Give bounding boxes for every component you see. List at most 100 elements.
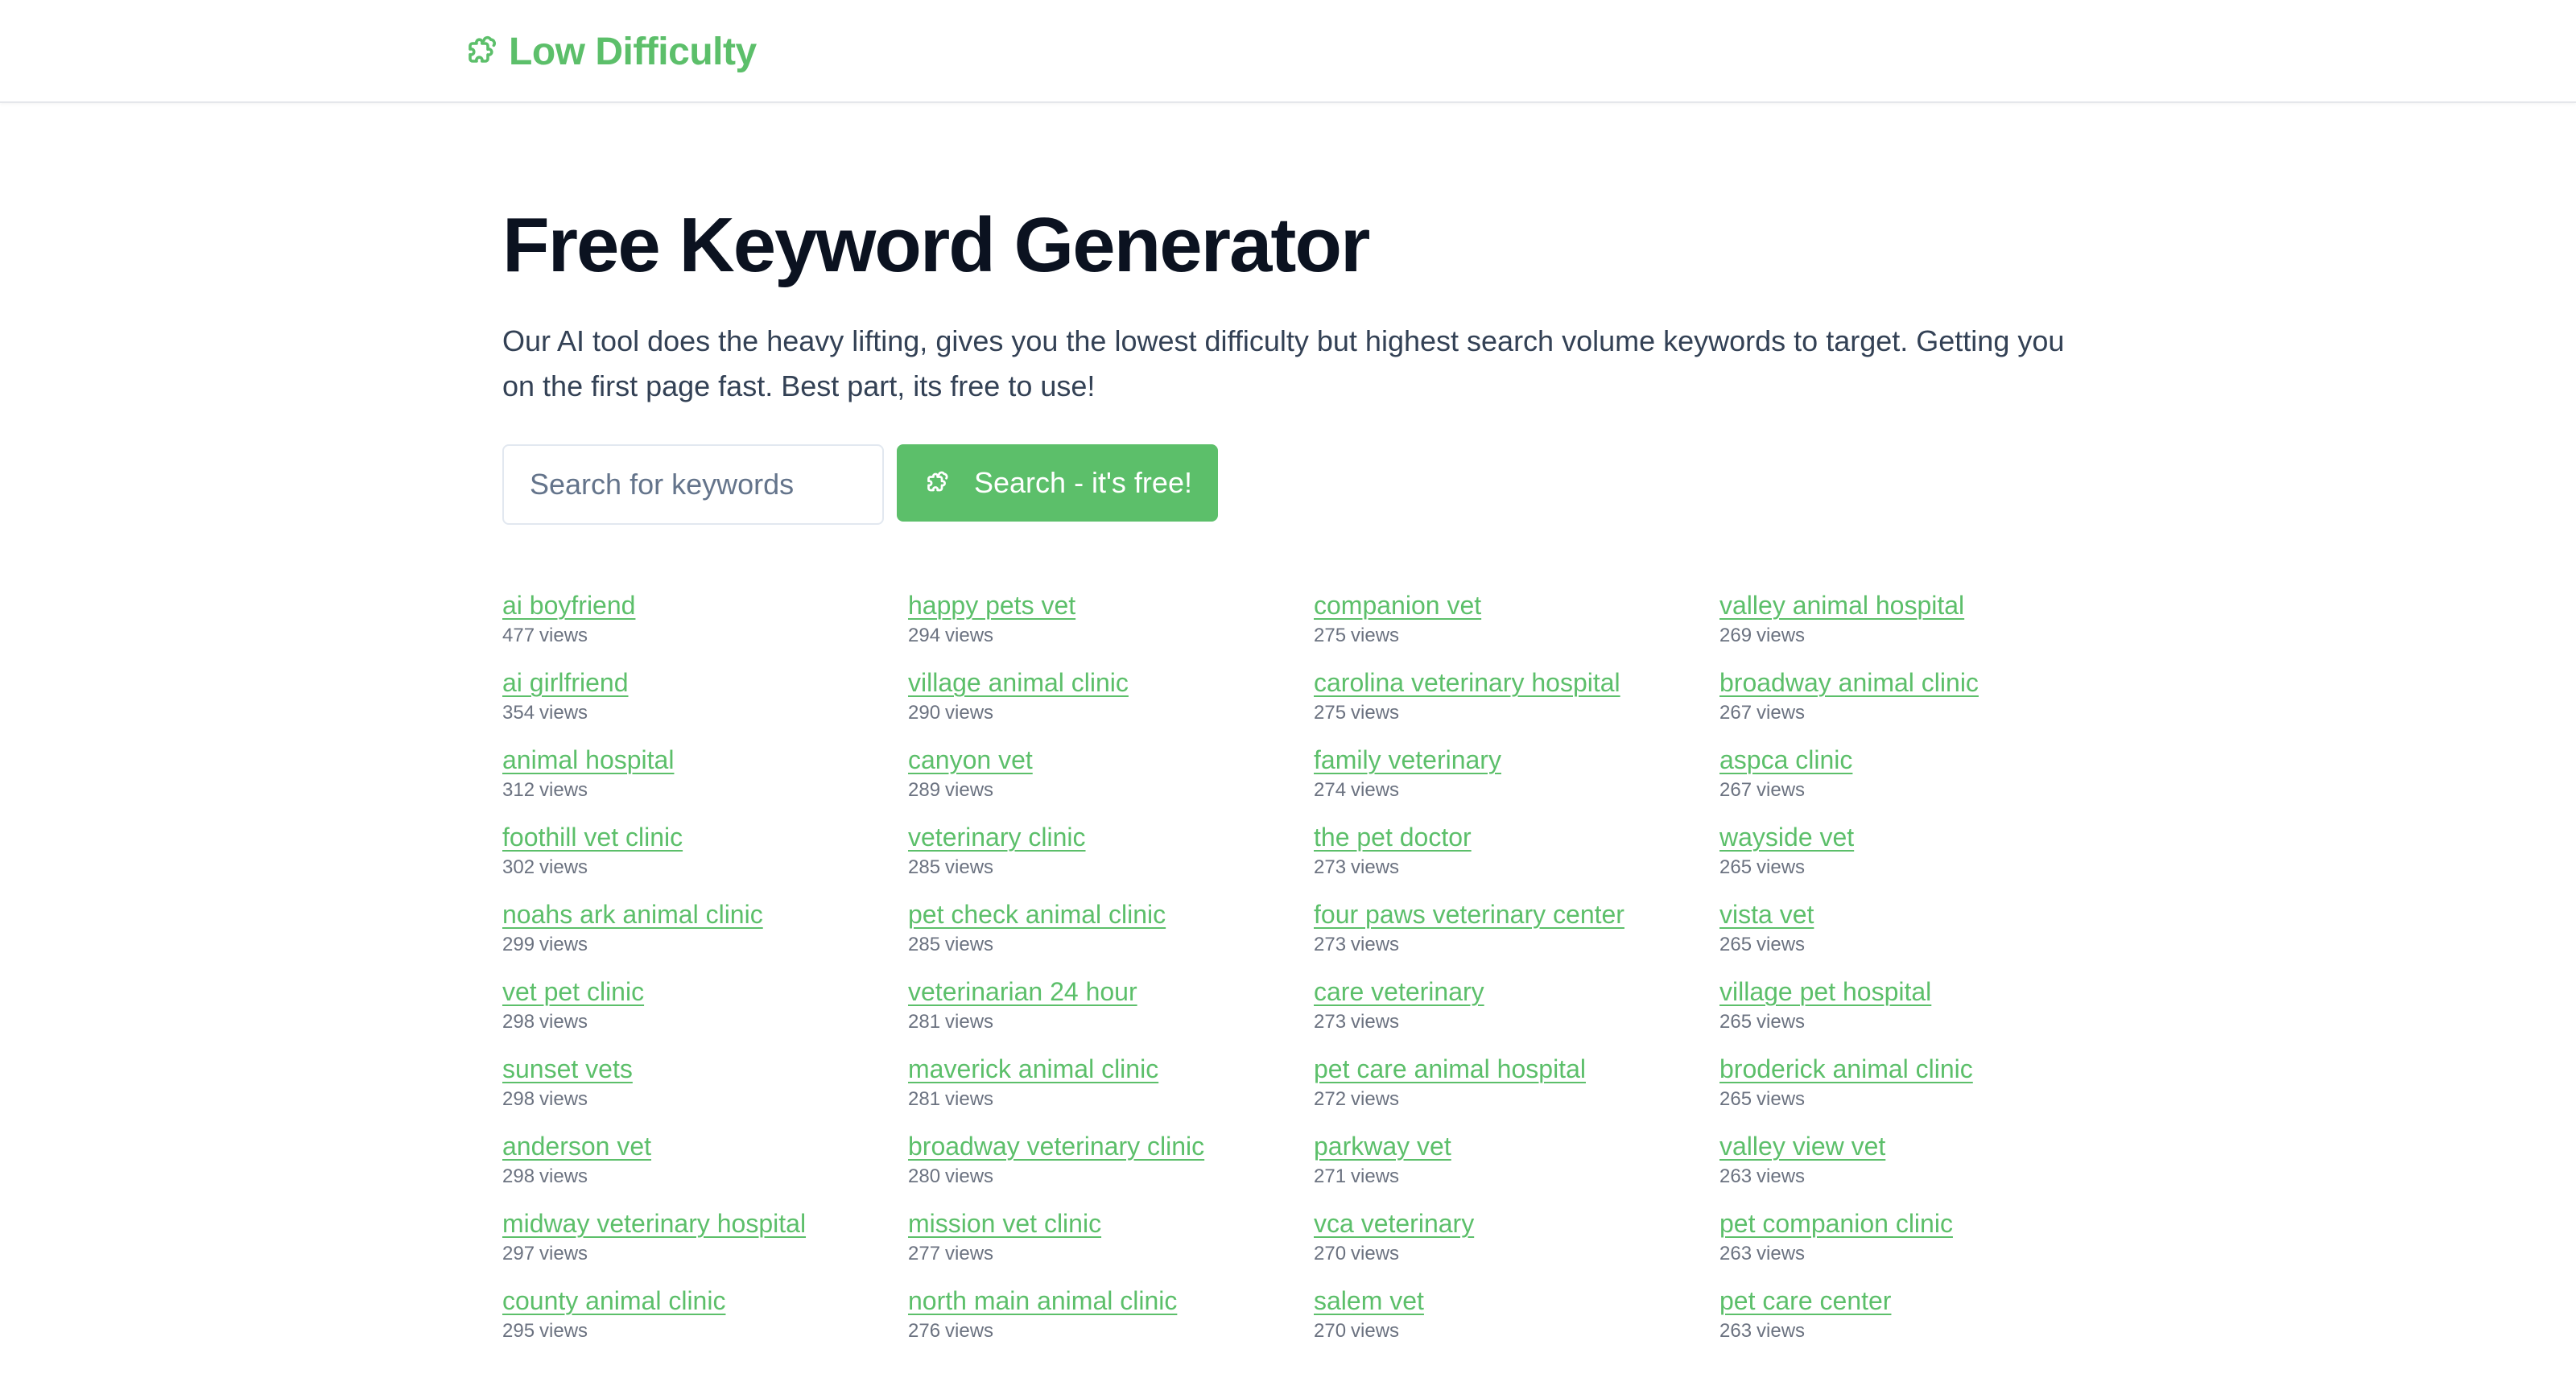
keyword-views-count: 265 [1719, 1011, 1752, 1033]
keyword-item: anderson vet 298 views [502, 1130, 908, 1207]
keyword-item: vista vet 265 views [1719, 898, 2125, 976]
keyword-link[interactable]: broadway veterinary clinic [908, 1130, 1204, 1162]
keyword-item: north main animal clinic 276 views [908, 1285, 1314, 1362]
keyword-link[interactable]: happy pets vet [908, 589, 1075, 621]
search-button[interactable]: Search - it's free! [897, 444, 1218, 522]
keyword-link[interactable]: pet care animal hospital [1314, 1053, 1586, 1085]
keyword-item: valley view vet 263 views [1719, 1130, 2125, 1207]
keyword-views-unit: views [539, 934, 588, 955]
keyword-views-unit: views [1351, 1320, 1400, 1342]
keyword-link[interactable]: aspca clinic [1719, 744, 1852, 776]
keyword-link[interactable]: noahs ark animal clinic [502, 898, 763, 930]
keyword-views-unit: views [1757, 1320, 1806, 1342]
keyword-link[interactable]: parkway vet [1314, 1130, 1451, 1162]
keyword-views-count: 271 [1314, 1165, 1347, 1187]
keyword-views-unit: views [539, 779, 588, 801]
keyword-link[interactable]: veterinary clinic [908, 821, 1086, 853]
keyword-link[interactable]: pet check animal clinic [908, 898, 1166, 930]
keyword-item: valley animal hospital 269 views [1719, 589, 2125, 666]
keyword-item: village pet hospital 265 views [1719, 976, 2125, 1053]
keyword-link[interactable]: village animal clinic [908, 666, 1129, 699]
keyword-link[interactable]: animal hospital [502, 744, 674, 776]
keyword-views-count: 267 [1719, 702, 1752, 724]
keyword-views: 267 views [1719, 700, 2125, 726]
keyword-views-count: 263 [1719, 1243, 1752, 1264]
keyword-link[interactable]: valley animal hospital [1719, 589, 1964, 621]
keyword-link[interactable]: carolina veterinary hospital [1314, 666, 1620, 699]
keyword-link[interactable]: broadway animal clinic [1719, 666, 1979, 699]
keyword-link[interactable]: maverick animal clinic [908, 1053, 1158, 1085]
keyword-link[interactable]: four paws veterinary center [1314, 898, 1624, 930]
keyword-views: 295 views [502, 1318, 908, 1344]
page-title: Free Keyword Generator [502, 202, 1370, 288]
keyword-item: animal hospital 312 views [502, 744, 908, 821]
keyword-views: 276 views [908, 1318, 1314, 1344]
brand-logo-link[interactable]: Low Difficulty [462, 26, 757, 77]
keyword-item: family veterinary 274 views [1314, 744, 1719, 821]
keyword-views-count: 297 [502, 1243, 535, 1264]
keyword-link[interactable]: county animal clinic [502, 1285, 725, 1317]
keyword-views-unit: views [945, 934, 994, 955]
top-navbar: Low Difficulty [0, 0, 2576, 103]
keyword-views-unit: views [1351, 1088, 1400, 1110]
keyword-views-count: 263 [1719, 1320, 1752, 1342]
keyword-views-unit: views [1351, 702, 1400, 724]
keyword-views-count: 265 [1719, 856, 1752, 878]
keyword-link[interactable]: ai boyfriend [502, 589, 635, 621]
keyword-link[interactable]: veterinarian 24 hour [908, 976, 1137, 1008]
keyword-link[interactable]: north main animal clinic [908, 1285, 1177, 1317]
keyword-link[interactable]: wayside vet [1719, 821, 1854, 853]
keyword-link[interactable]: pet care center [1719, 1285, 1891, 1317]
keyword-link[interactable]: pet companion clinic [1719, 1207, 1953, 1240]
keyword-views-unit: views [1351, 625, 1400, 646]
keyword-views: 273 views [1314, 932, 1719, 958]
search-input[interactable] [502, 444, 884, 525]
keyword-link[interactable]: sunset vets [502, 1053, 633, 1085]
keyword-link[interactable]: vista vet [1719, 898, 1814, 930]
keyword-views-unit: views [1757, 779, 1806, 801]
keyword-item: veterinarian 24 hour 281 views [908, 976, 1314, 1053]
keyword-link[interactable]: valley view vet [1719, 1130, 1885, 1162]
keyword-views-count: 312 [502, 779, 535, 801]
keyword-views-count: 294 [908, 625, 941, 646]
keyword-views-count: 285 [908, 856, 941, 878]
keyword-item: salem vet 270 views [1314, 1285, 1719, 1362]
keyword-link[interactable]: vca veterinary [1314, 1207, 1474, 1240]
keyword-link[interactable]: midway veterinary hospital [502, 1207, 806, 1240]
keyword-views-unit: views [945, 1320, 994, 1342]
keyword-link[interactable]: vet pet clinic [502, 976, 644, 1008]
keyword-views-count: 273 [1314, 1011, 1347, 1033]
keyword-link[interactable]: companion vet [1314, 589, 1481, 621]
keyword-views-count: 298 [502, 1165, 535, 1187]
keyword-views-count: 265 [1719, 1088, 1752, 1110]
keyword-views-unit: views [1351, 1165, 1400, 1187]
keyword-item: foothill vet clinic 302 views [502, 821, 908, 898]
keyword-item: vet pet clinic 298 views [502, 976, 908, 1053]
keyword-link[interactable]: family veterinary [1314, 744, 1501, 776]
keyword-views-unit: views [945, 625, 994, 646]
keyword-views-count: 269 [1719, 625, 1752, 646]
keyword-link[interactable]: village pet hospital [1719, 976, 1931, 1008]
puzzle-piece-icon [469, 35, 496, 63]
keyword-link[interactable]: mission vet clinic [908, 1207, 1101, 1240]
brand-name: Low Difficulty [509, 30, 757, 73]
keyword-views-count: 276 [908, 1320, 941, 1342]
keyword-views: 285 views [908, 855, 1314, 881]
keyword-views-count: 354 [502, 702, 535, 724]
keyword-link[interactable]: anderson vet [502, 1130, 651, 1162]
keyword-link[interactable]: ai girlfriend [502, 666, 629, 699]
keyword-views-count: 302 [502, 856, 535, 878]
keyword-views: 281 views [908, 1009, 1314, 1035]
keyword-link[interactable]: canyon vet [908, 744, 1033, 776]
keyword-link[interactable]: care veterinary [1314, 976, 1484, 1008]
keyword-views: 273 views [1314, 855, 1719, 881]
keyword-views-unit: views [945, 702, 994, 724]
keyword-link[interactable]: broderick animal clinic [1719, 1053, 1973, 1085]
keyword-link[interactable]: salem vet [1314, 1285, 1424, 1317]
keyword-item: midway veterinary hospital 297 views [502, 1207, 908, 1285]
keyword-link[interactable]: the pet doctor [1314, 821, 1472, 853]
keyword-views: 273 views [1314, 1009, 1719, 1035]
puzzle-piece-icon [927, 471, 948, 492]
keyword-link[interactable]: foothill vet clinic [502, 821, 683, 853]
keyword-views-unit: views [1351, 1243, 1400, 1264]
